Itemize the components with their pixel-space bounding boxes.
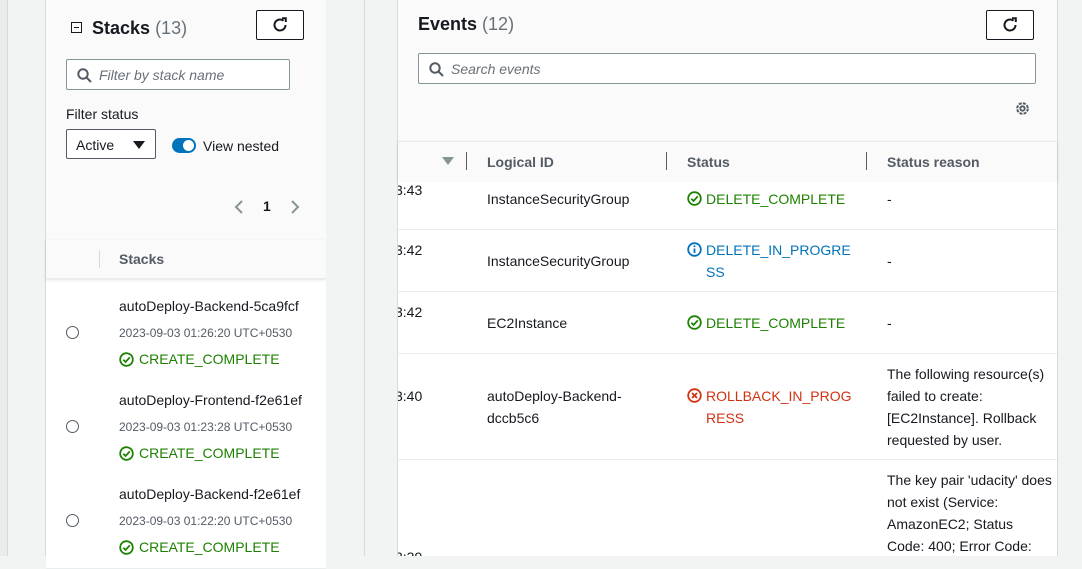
stack-status: CREATE_COMPLETE: [119, 351, 280, 367]
stack-filter-placeholder: Filter by stack name: [99, 67, 225, 83]
success-icon: [119, 445, 134, 461]
collapse-panel-icon[interactable]: [71, 22, 82, 33]
caret-down-icon: [133, 141, 145, 149]
search-icon: [429, 62, 444, 77]
stacks-panel-header: Stacks (13) Filter by stack name Filter …: [46, 0, 326, 240]
events-panel-header: Events (12) Search events: [365, 0, 1057, 141]
event-status-reason: -: [887, 191, 892, 207]
column-divider: [866, 152, 867, 170]
events-title: Events (12): [418, 14, 514, 35]
column-divider: [666, 152, 667, 170]
search-icon: [77, 68, 92, 83]
success-icon: [687, 315, 702, 330]
event-timestamp: 3:43: [398, 182, 423, 198]
event-status-reason: -: [887, 253, 892, 269]
stack-row[interactable]: autoDeploy-Backend-f2e61ef 2023-09-03 01…: [46, 474, 326, 569]
refresh-icon: [1003, 17, 1017, 32]
event-status-reason: The key pair 'udacity' does not exist (S…: [887, 472, 1052, 554]
stack-radio[interactable]: [66, 514, 79, 527]
stack-date: 2023-09-03 01:23:28 UTC+0530: [119, 420, 293, 434]
sort-down-icon[interactable]: [442, 157, 454, 165]
event-status: ROLLBACK_IN_PROGRESS: [687, 385, 852, 429]
filter-status-label: Filter status: [66, 106, 139, 122]
event-status: DELETE_IN_PROGRESS: [687, 239, 852, 283]
stack-radio[interactable]: [66, 420, 79, 433]
event-status-text: DELETE_COMPLETE: [706, 315, 846, 331]
events-count: (12): [482, 14, 515, 34]
event-status-text: DELETE_IN_PROGRESS: [706, 242, 851, 280]
stack-filter-input[interactable]: Filter by stack name: [66, 59, 290, 90]
stack-date: 2023-09-03 01:26:20 UTC+0530: [119, 326, 293, 340]
stack-status-text: CREATE_COMPLETE: [139, 539, 280, 555]
status-column-header[interactable]: Status: [687, 154, 730, 170]
success-icon: [687, 191, 702, 206]
stacks-title-text: Stacks: [92, 18, 151, 38]
stack-date: 2023-09-03 01:22:20 UTC+0530: [119, 514, 293, 528]
filter-status-select[interactable]: Active: [66, 129, 156, 159]
view-nested-toggle[interactable]: [172, 138, 196, 153]
event-status-text: DELETE_COMPLETE: [706, 191, 846, 207]
stack-status-text: CREATE_COMPLETE: [139, 351, 280, 367]
left-edge-strip: [0, 0, 8, 556]
chevron-right-icon[interactable]: [290, 199, 300, 215]
event-status-reason: -: [887, 315, 892, 331]
chevron-left-icon[interactable]: [234, 199, 244, 215]
events-table-header: Logical ID Status Status reason: [398, 141, 1057, 183]
settings-gear-icon[interactable]: [1014, 100, 1031, 117]
event-row[interactable]: 3:42 InstanceSecurityGroup DELETE_IN_PRO…: [398, 230, 1057, 292]
event-status-reason: The following resource(s) failed to crea…: [887, 366, 1045, 448]
view-nested-label: View nested: [203, 138, 280, 154]
events-search-input[interactable]: Search events: [418, 53, 1036, 84]
event-logical-id: InstanceSecurityGroup: [487, 253, 630, 269]
stacks-title: Stacks (13): [92, 18, 187, 39]
refresh-icon: [273, 17, 287, 32]
stack-status: CREATE_COMPLETE: [119, 445, 280, 461]
error-icon: [687, 388, 702, 403]
event-status-text: ROLLBACK_IN_PROGRESS: [706, 388, 852, 426]
event-logical-id: autoDeploy-Backend-dccb5c6: [487, 388, 622, 426]
events-left-gutter: [365, 0, 398, 556]
page-number[interactable]: 1: [263, 198, 271, 214]
event-row[interactable]: 3:40 autoDeploy-Backend-dccb5c6 ROLLBACK…: [398, 354, 1057, 460]
stack-status-text: CREATE_COMPLETE: [139, 445, 280, 461]
info-icon: [687, 242, 702, 257]
events-panel: Events (12) Search events Logical ID Sta…: [364, 0, 1058, 556]
events-search-placeholder: Search events: [451, 61, 541, 77]
stack-name[interactable]: autoDeploy-Frontend-f2e61ef: [119, 392, 302, 408]
events-refresh-button[interactable]: [986, 10, 1034, 40]
event-timestamp: 3:40: [398, 388, 423, 404]
event-logical-id: InstanceSecurityGroup: [487, 191, 630, 207]
success-icon: [119, 351, 134, 367]
stack-name[interactable]: autoDeploy-Backend-5ca9fcf: [119, 298, 299, 314]
column-divider: [99, 250, 100, 268]
event-row[interactable]: 3:43 InstanceSecurityGroup DELETE_COMPLE…: [398, 182, 1057, 230]
stack-row[interactable]: autoDeploy-Frontend-f2e61ef 2023-09-03 0…: [46, 380, 326, 475]
stack-radio[interactable]: [66, 326, 79, 339]
event-status: DELETE_COMPLETE: [687, 188, 852, 210]
event-status: DELETE_COMPLETE: [687, 312, 852, 334]
events-title-text: Events: [418, 14, 478, 34]
event-logical-id: EC2Instance: [487, 315, 568, 331]
event-timestamp: 3:42: [398, 304, 423, 320]
stacks-panel: Stacks (13) Filter by stack name Filter …: [45, 0, 327, 569]
success-icon: [119, 539, 134, 555]
stacks-refresh-button[interactable]: [256, 10, 304, 40]
event-timestamp: 3:39: [398, 546, 422, 556]
stacks-count: (13): [155, 18, 188, 38]
stack-name[interactable]: autoDeploy-Backend-f2e61ef: [119, 486, 300, 502]
stack-row[interactable]: autoDeploy-Backend-5ca9fcf 2023-09-03 01…: [46, 286, 326, 381]
panel-gutter: [326, 0, 364, 556]
column-divider: [466, 152, 467, 170]
logical-id-column-header[interactable]: Logical ID: [487, 154, 554, 170]
event-row[interactable]: 3:39 The key pair 'udacity' does not exi…: [398, 460, 1057, 556]
filter-status-value: Active: [76, 137, 115, 153]
event-timestamp: 3:42: [398, 242, 423, 258]
stacks-table-header: Stacks: [46, 240, 326, 279]
status-reason-column-header[interactable]: Status reason: [887, 154, 980, 170]
stack-status: CREATE_COMPLETE: [119, 539, 280, 555]
stacks-column-header[interactable]: Stacks: [119, 251, 164, 267]
event-row[interactable]: 3:42 EC2Instance DELETE_COMPLETE -: [398, 292, 1057, 354]
